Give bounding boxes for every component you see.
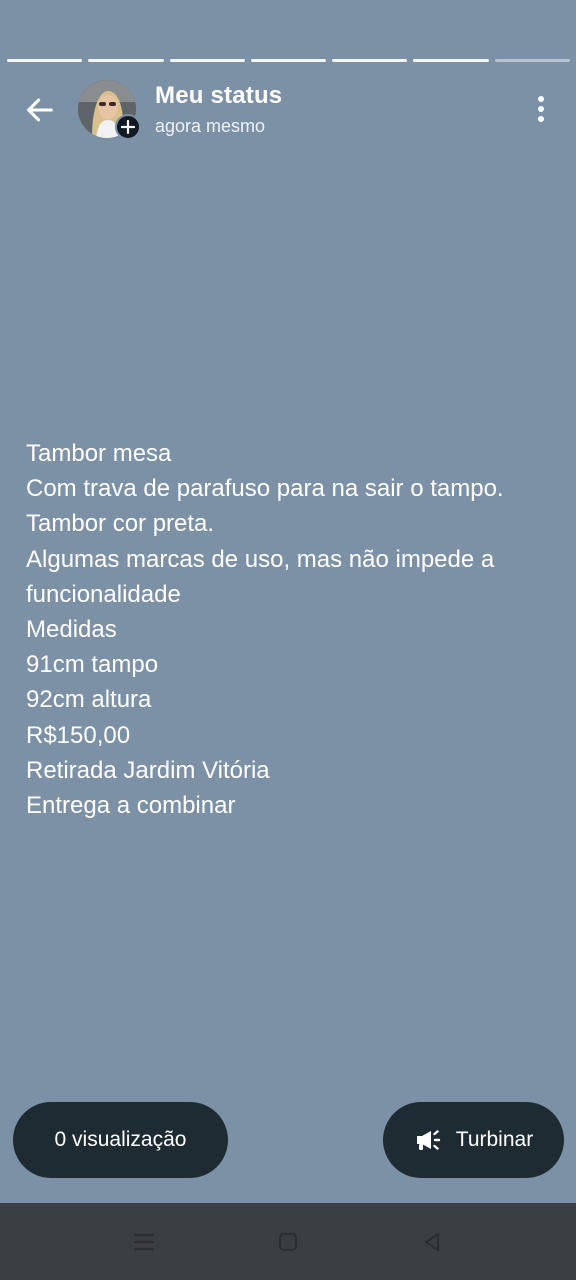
more-vertical-icon-dot — [538, 106, 544, 112]
progress-segment — [250, 59, 327, 62]
status-line: Tambor mesa — [26, 440, 172, 467]
arrow-left-icon — [27, 98, 53, 122]
progress-segment-current — [494, 59, 570, 62]
status-title: Meu status — [155, 82, 283, 109]
status-line: 91cm tampo — [26, 651, 159, 679]
home-button[interactable] — [273, 1227, 303, 1257]
status-timestamp: agora mesmo — [155, 116, 266, 136]
more-options-button[interactable] — [526, 92, 556, 126]
status-line: 92cm altura — [26, 686, 152, 714]
story-progress-bar — [7, 59, 570, 62]
back-button[interactable] — [20, 90, 60, 130]
square-icon — [278, 1232, 298, 1252]
status-line: Medidas — [26, 616, 117, 644]
status-line: R$150,00 — [26, 721, 131, 749]
plus-icon — [121, 120, 135, 134]
menu-lines-icon — [133, 1233, 155, 1251]
progress-segment — [88, 59, 164, 62]
status-line: Algumas marcas de uso, mas não impede a — [26, 545, 495, 573]
more-vertical-icon — [538, 96, 544, 102]
progress-segment — [169, 59, 245, 62]
status-text: Tambor mesa Com trava de parafuso para n… — [26, 436, 556, 823]
megaphone-icon — [416, 1130, 440, 1150]
recents-button[interactable] — [129, 1227, 159, 1257]
add-status-button[interactable] — [115, 114, 141, 140]
avatar[interactable] — [78, 80, 141, 140]
system-navigation-bar — [0, 1203, 576, 1280]
status-line: funcionalidade — [26, 580, 181, 608]
boost-label: Turbinar — [455, 1128, 534, 1151]
progress-segment — [7, 59, 83, 62]
status-line: Retirada Jardim Vitória — [26, 756, 270, 784]
status-line: Com trava de parafuso para na sair o tam… — [26, 475, 504, 503]
progress-segment — [332, 59, 408, 62]
status-line: Entrega a combinar — [26, 792, 236, 820]
views-label: 0 visualização — [54, 1128, 187, 1151]
more-vertical-icon-dot — [538, 116, 544, 122]
progress-segment — [413, 59, 489, 62]
system-back-button[interactable] — [417, 1227, 447, 1257]
status-header: Meu status agora mesmo — [0, 78, 576, 142]
boost-button[interactable]: Turbinar — [383, 1102, 564, 1178]
views-button[interactable]: 0 visualização — [13, 1102, 228, 1178]
triangle-back-icon — [424, 1232, 440, 1252]
status-line: Tambor cor preta. — [26, 510, 215, 538]
